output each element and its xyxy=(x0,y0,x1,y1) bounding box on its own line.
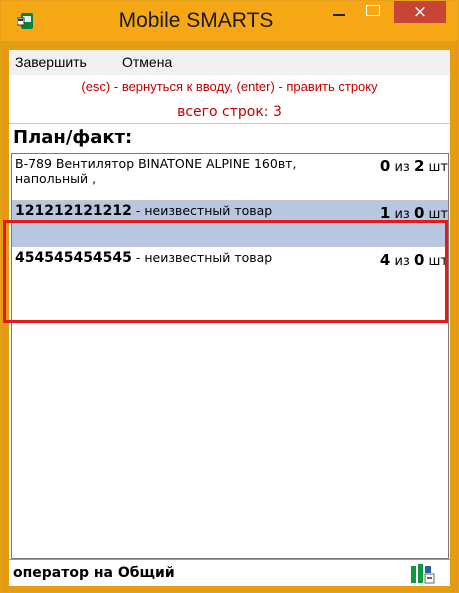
signal-icon xyxy=(411,564,435,584)
title-bar[interactable]: Mobile SMARTS × xyxy=(1,1,458,41)
item-code: 121212121212 xyxy=(15,203,132,219)
item-desc: - неизвестный товар xyxy=(131,203,273,218)
maximize-button[interactable] xyxy=(357,1,389,23)
qty-plan: 2 xyxy=(413,157,425,175)
qty-unit: шт xyxy=(428,160,448,175)
menu-bar: Завершить Отмена xyxy=(9,50,450,75)
highlight-frame xyxy=(3,220,448,323)
menu-item-cancel[interactable]: Отмена xyxy=(122,54,172,70)
status-bar: оператор на Общий xyxy=(9,559,450,586)
qty-separator: из xyxy=(394,160,410,175)
row-count: всего строк: 3 xyxy=(177,104,282,120)
item-name: 121212121212 - неизвестный товар xyxy=(15,203,315,219)
item-quantity: 0 из 2 шт xyxy=(380,157,448,175)
item-name: B-789 Вентилятор BINATONE ALPINE 160вт, … xyxy=(15,156,297,186)
section-title: План/факт: xyxy=(13,127,133,148)
maximize-icon xyxy=(366,5,380,16)
close-button[interactable]: × xyxy=(394,1,446,23)
hint-text: (esc) - вернуться к вводу, (enter) - пра… xyxy=(81,79,378,94)
operator-status: оператор на Общий xyxy=(13,565,175,581)
list-item[interactable]: B-789 Вентилятор BINATONE ALPINE 160вт, … xyxy=(12,154,448,201)
window-title: Mobile SMARTS xyxy=(118,9,274,32)
minimize-icon xyxy=(333,14,345,16)
minimize-button[interactable] xyxy=(323,1,355,23)
qty-fact: 0 xyxy=(379,157,391,175)
divider xyxy=(9,123,450,124)
plan-fact-list[interactable]: B-789 Вентилятор BINATONE ALPINE 160вт, … xyxy=(11,153,449,559)
app-icon xyxy=(17,13,33,29)
menu-item-finish[interactable]: Завершить xyxy=(15,54,87,70)
